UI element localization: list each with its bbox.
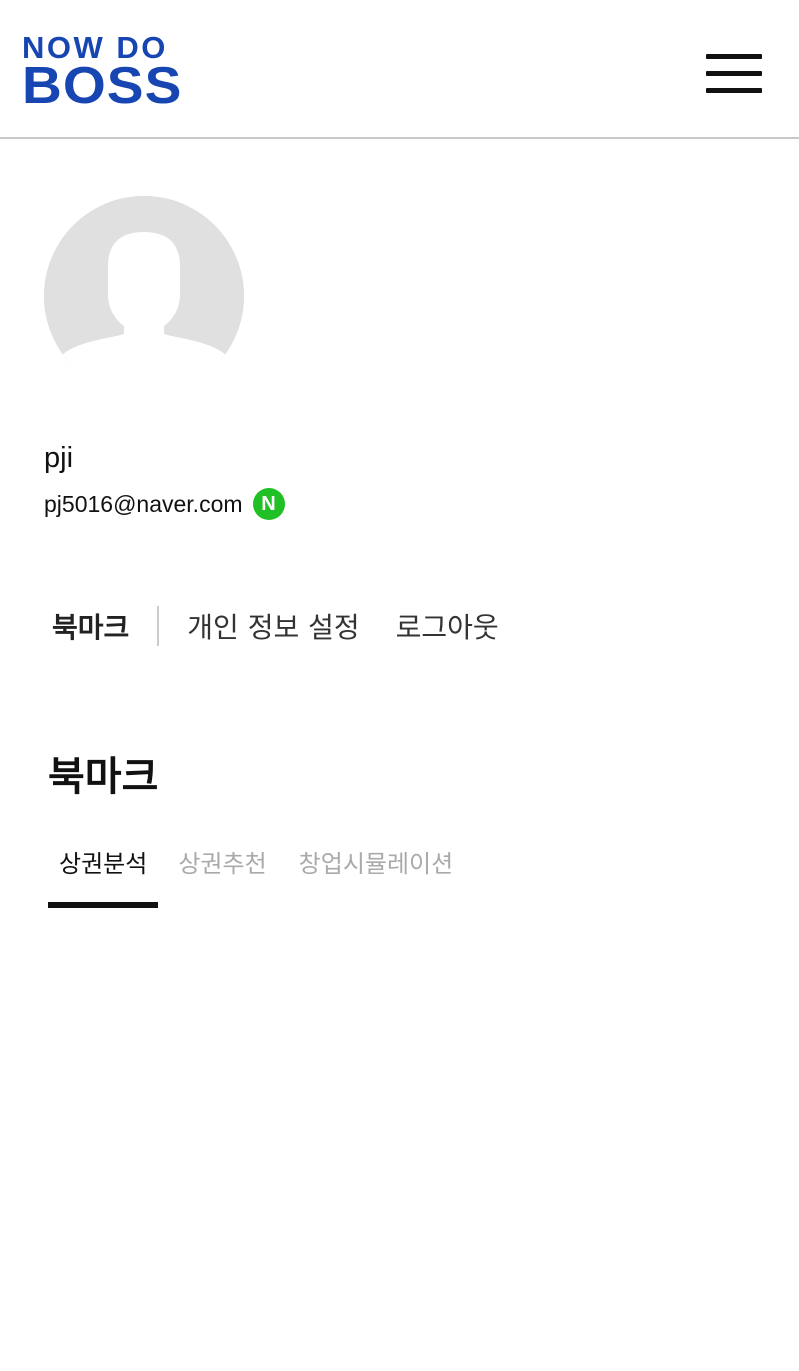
menu-bookmark[interactable]: 북마크 [52,606,129,646]
menu-logout[interactable]: 로그아웃 [396,606,499,646]
tab-commercial-analysis[interactable]: 상권분석 [48,842,159,908]
menu-bar [706,54,762,59]
profile-email: pj5016@naver.com [44,490,243,517]
logo-bottom-text: BOSS [22,57,183,115]
menu-bar [706,71,762,76]
profile-email-row: pj5016@naver.com N [44,488,285,520]
avatar-crop-mask [0,368,799,428]
tab-commercial-recommendation[interactable]: 상권추천 [178,842,266,908]
hamburger-menu-icon[interactable] [704,52,764,100]
default-avatar-icon [44,196,244,396]
menu-divider [157,606,160,646]
now-do-boss-logo[interactable]: NOW DO BOSS [22,32,192,112]
menu-bar [706,88,762,93]
menu-personal-info-settings[interactable]: 개인 정보 설정 [187,606,359,646]
profile-username: pji [44,442,74,474]
bookmark-section-title: 북마크 [48,754,159,800]
tab-startup-simulation[interactable]: 창업시뮬레이션 [299,842,454,908]
naver-login-badge-icon: N [252,488,285,520]
app-header: NOW DO BOSS [0,0,799,139]
account-menu: 북마크 개인 정보 설정 로그아웃 [52,604,499,648]
bookmark-tabs: 상권분석 상권추천 창업시뮬레이션 [48,842,453,908]
person-silhouette-icon [44,196,244,396]
